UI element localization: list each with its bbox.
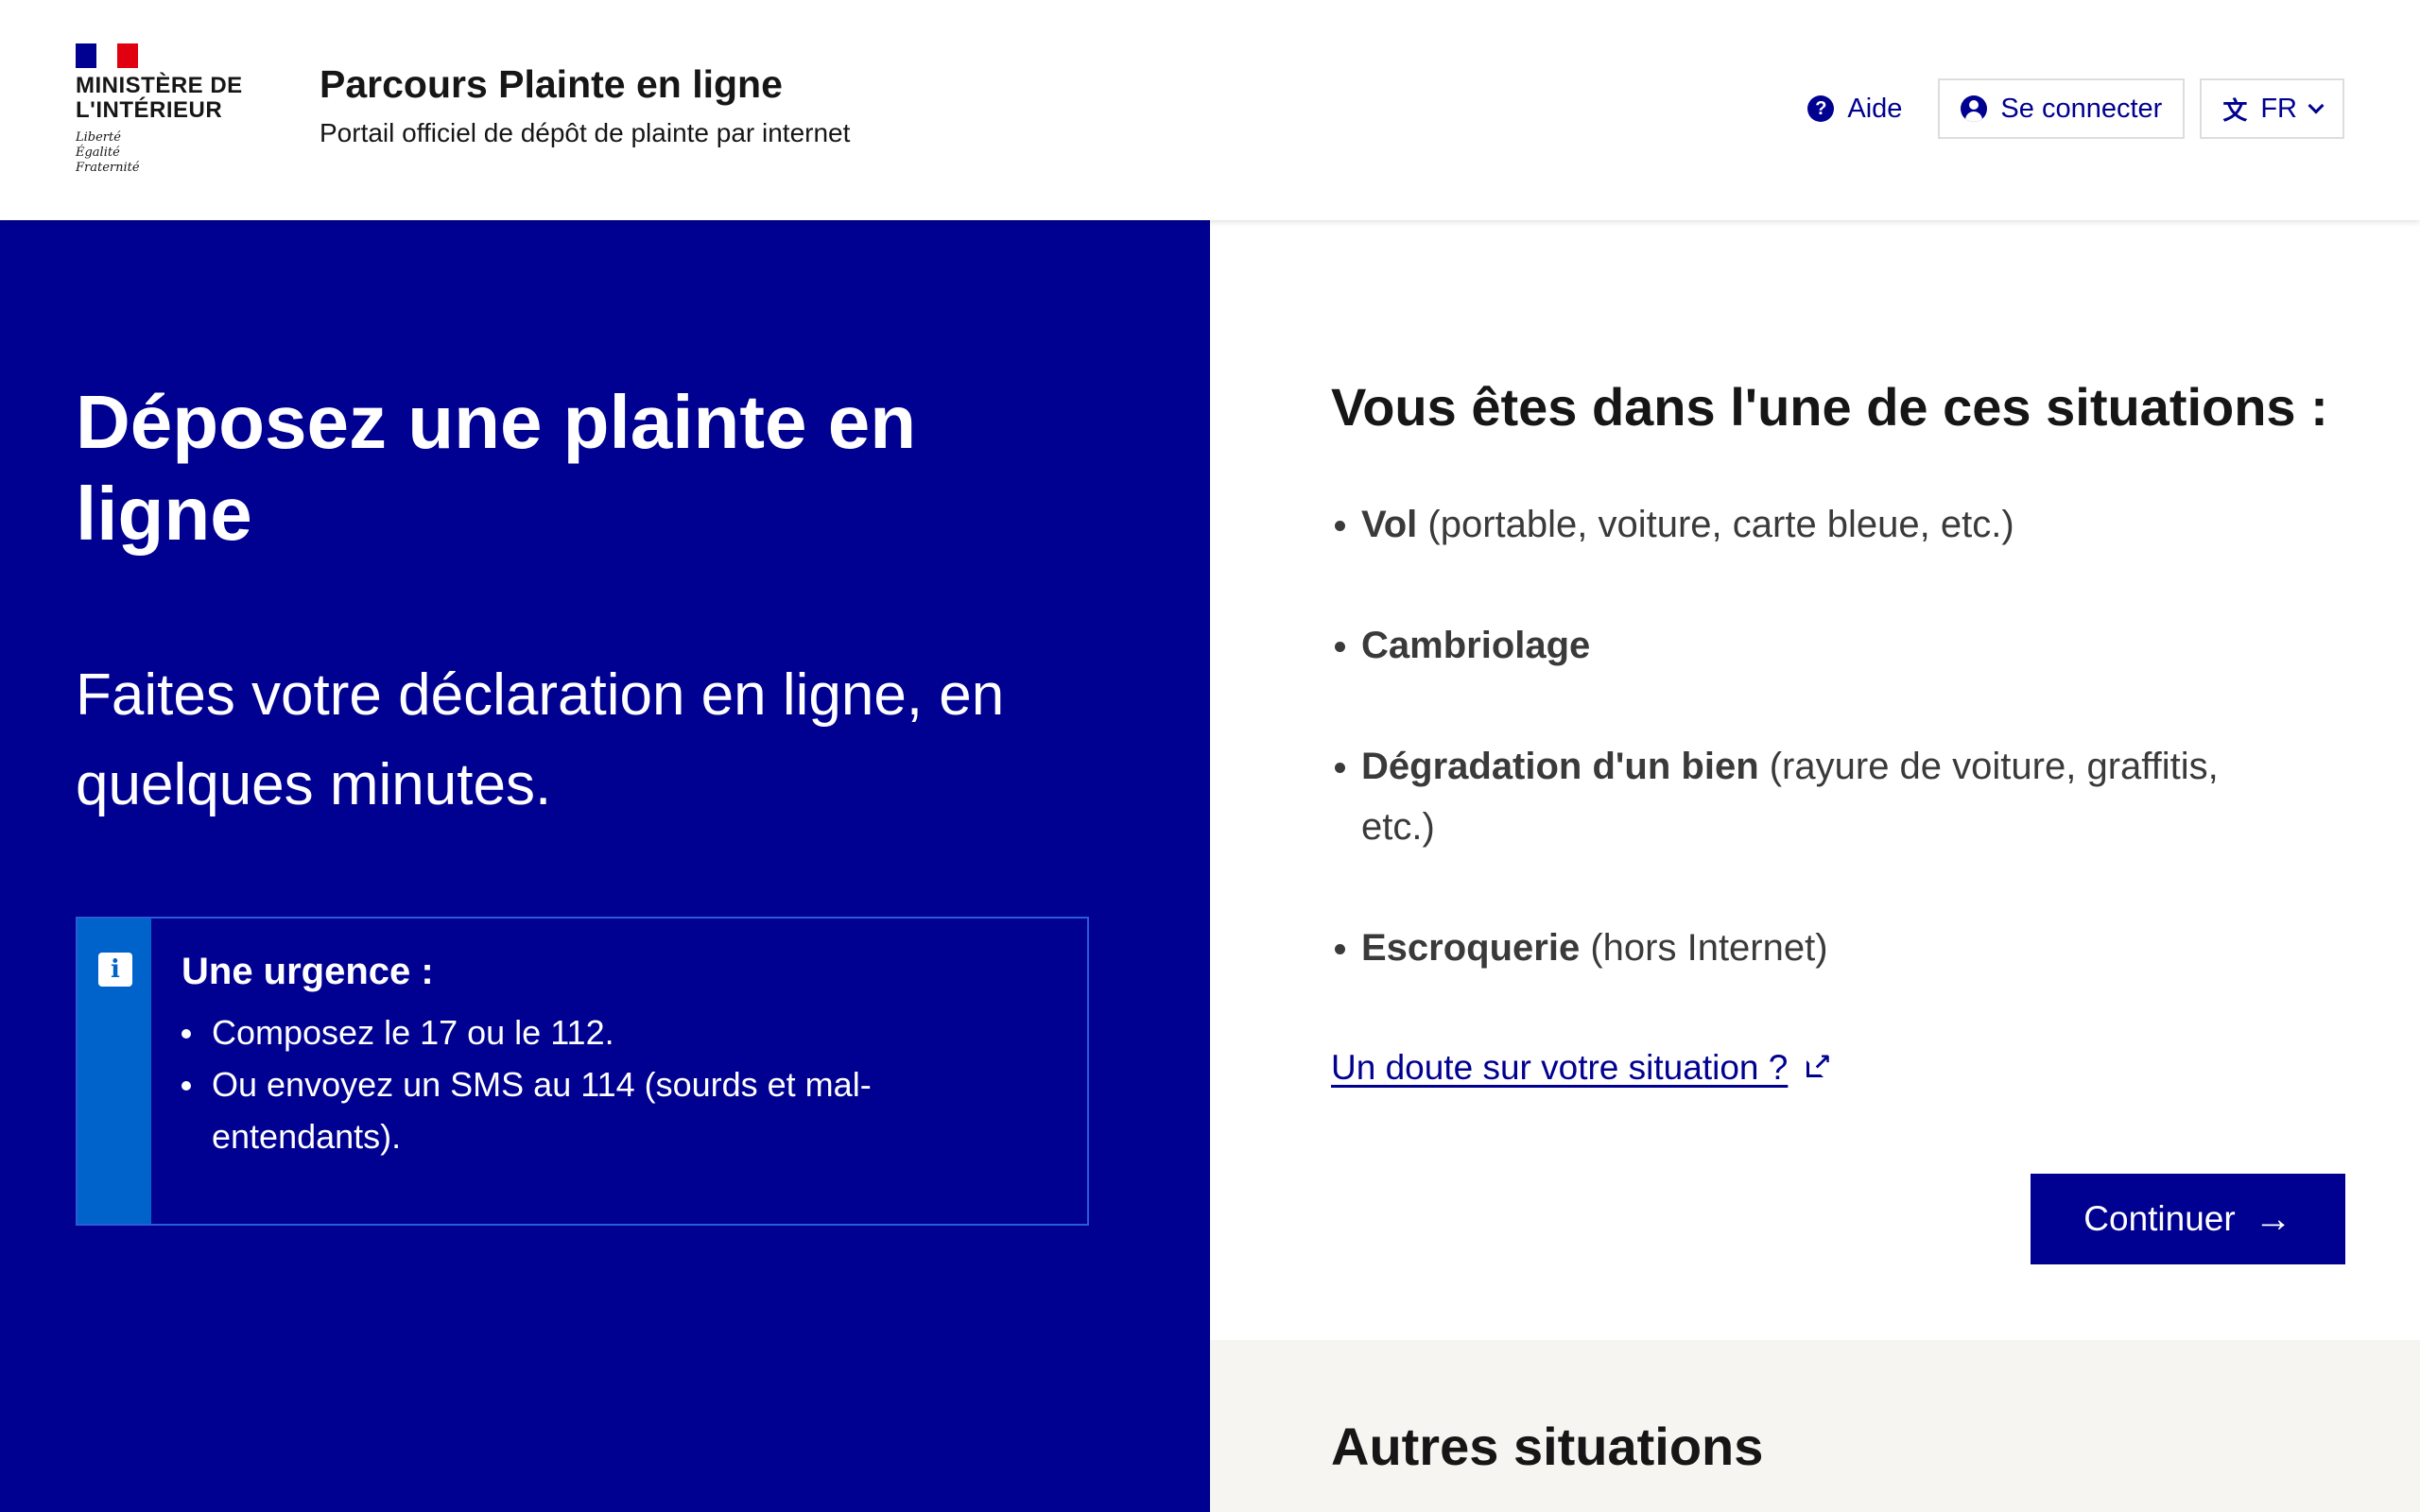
doubt-link-label: Un doute sur votre situation ? — [1331, 1048, 1789, 1087]
header-tools: ? Aide Se connecter 文 FR — [1787, 78, 2344, 139]
list-item: Ou envoyez un SMS au 114 (sourds et mal-… — [182, 1058, 957, 1162]
language-selector[interactable]: 文 FR — [2200, 78, 2344, 139]
info-icon: i — [98, 953, 132, 987]
translate-icon: 文 — [2222, 95, 2248, 125]
help-label: Aide — [1847, 93, 1903, 124]
callout-title: Une urgence : — [182, 951, 434, 992]
situations-panel: Vous êtes dans l'une de ces situations :… — [1210, 220, 2420, 1340]
hero-title: Déposez une plainte en ligne — [76, 380, 917, 556]
continue-label: Continuer — [2083, 1199, 2236, 1238]
french-flag-icon — [76, 43, 138, 68]
other-situations-section: Autres situations — [1210, 1340, 2420, 1512]
hero-subtitle: Faites votre déclaration en ligne, en qu… — [76, 662, 1005, 817]
republic-motto: Liberté Égalité Fraternité — [76, 130, 140, 175]
question-circle-icon: ? — [1807, 95, 1835, 122]
login-label: Se connecter — [2000, 93, 2163, 124]
situations-list: Vol (portable, voiture, carte bleue, etc… — [1331, 494, 2286, 1039]
login-button[interactable]: Se connecter — [1938, 78, 2186, 139]
site-tagline: Portail officiel de dépôt de plainte par… — [320, 118, 851, 147]
arrow-right-icon: → — [2254, 1197, 2292, 1240]
external-link-icon — [1806, 1049, 1831, 1079]
list-item: Cambriolage — [1331, 615, 2286, 676]
doubt-situation-link[interactable]: Un doute sur votre situation ? — [1331, 1048, 1831, 1088]
list-item: Composez le 17 ou le 112. — [182, 1006, 957, 1058]
site-header: Ministère de l'Intérieur Liberté Égalité… — [0, 0, 2420, 220]
user-circle-icon — [1961, 95, 1988, 122]
emergency-list: Composez le 17 ou le 112. Ou envoyez un … — [182, 1006, 957, 1162]
hero-panel: Déposez une plainte en ligne Faites votr… — [0, 220, 1210, 1512]
site-title[interactable]: Parcours Plainte en ligne — [320, 62, 783, 107]
callout-accent-bar: i — [78, 919, 151, 1224]
language-label: FR — [2260, 93, 2297, 124]
ministry-logo[interactable]: Ministère de l'Intérieur Liberté Égalité… — [76, 43, 265, 185]
list-item: Vol (portable, voiture, carte bleue, etc… — [1331, 494, 2286, 555]
other-situations-title: Autres situations — [1331, 1417, 1764, 1476]
list-item: Dégradation d'un bien (rayure de voiture… — [1331, 736, 2286, 857]
help-link[interactable]: ? Aide — [1787, 78, 1923, 139]
continue-button[interactable]: Continuer → — [2031, 1174, 2345, 1264]
chevron-down-icon — [2308, 97, 2325, 114]
ministry-name: Ministère de l'Intérieur — [76, 73, 243, 123]
emergency-callout: i Une urgence : Composez le 17 ou le 112… — [76, 917, 1089, 1226]
list-item: Escroquerie (hors Internet) — [1331, 918, 2286, 978]
situations-title: Vous êtes dans l'une de ces situations : — [1331, 377, 2328, 437]
